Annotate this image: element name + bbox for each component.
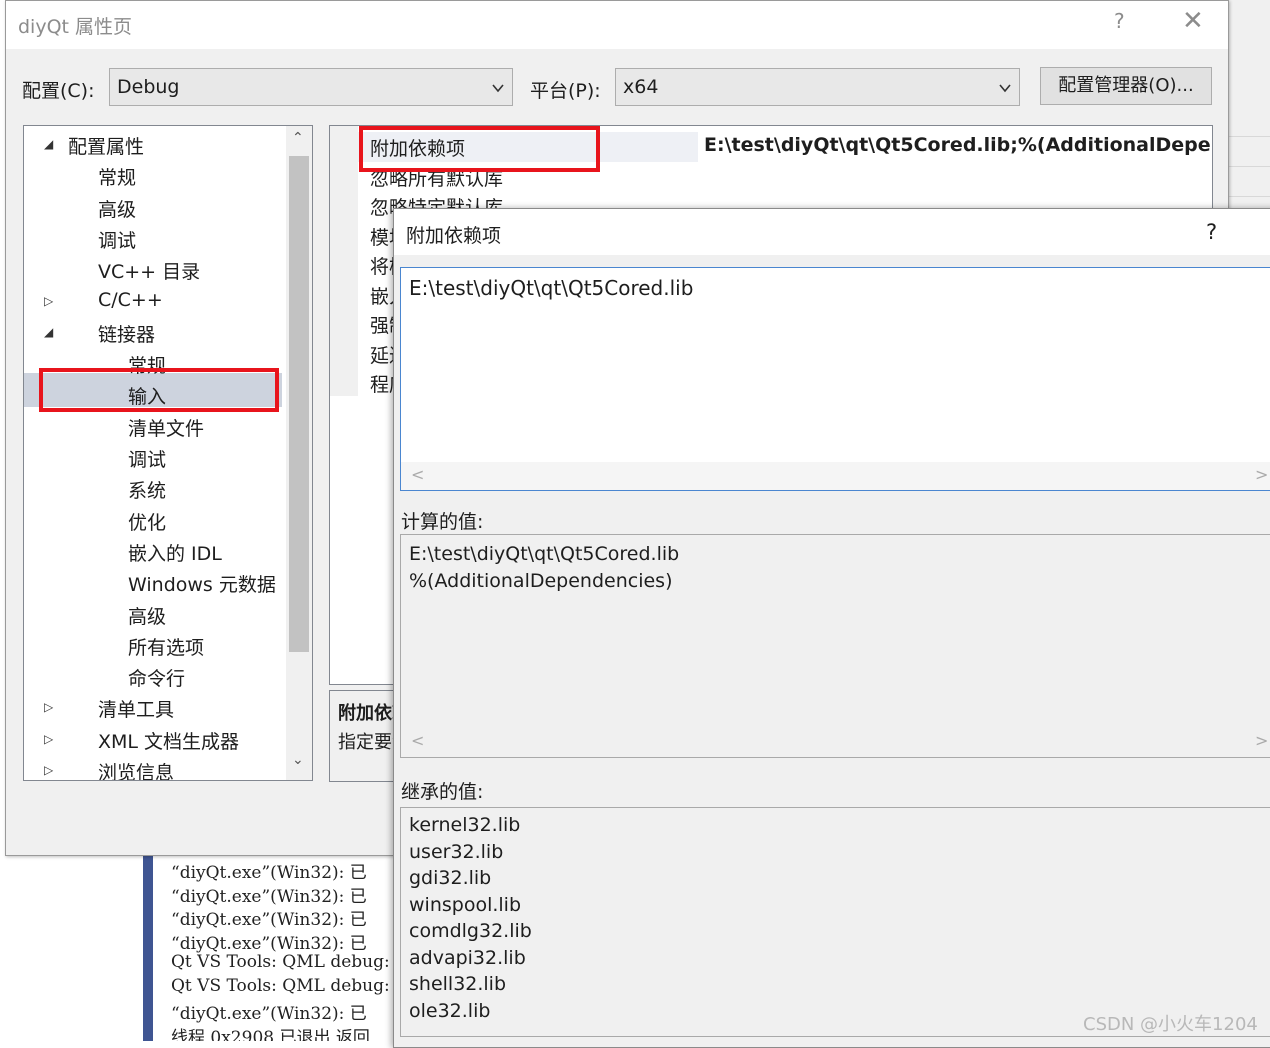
highlight-box-input <box>39 368 279 412</box>
inherited-line: user32.lib <box>409 840 504 863</box>
inherited-line: shell32.lib <box>409 973 507 995</box>
window-title: diyQt 属性页 <box>18 16 133 38</box>
output-line: 线程 0x2908 已退出,返回 <box>171 1027 370 1042</box>
inherited-line: gdi32.lib <box>409 867 492 889</box>
collapsed-arrow-icon[interactable]: ▷ <box>44 700 53 714</box>
scroll-right-icon[interactable]: > <box>1255 731 1268 750</box>
output-window: “diyQt.exe”(Win32): 已 “diyQt.exe”(Win32):… <box>143 850 403 1041</box>
expanded-arrow-icon[interactable]: ◢ <box>44 137 53 151</box>
additional-dependencies-value[interactable]: E:\test\diyQt\qt\Qt5Cored.lib;%(Addition… <box>704 134 1212 156</box>
output-line: Qt VS Tools: QML debug: <box>171 952 390 972</box>
evaluated-line: %(AdditionalDependencies) <box>409 569 673 592</box>
dialog-help-button[interactable]: ? <box>1206 220 1217 244</box>
chevron-down-icon <box>492 84 504 93</box>
tree-item[interactable]: XML 文档生成器 <box>98 727 239 754</box>
edit-horizontal-scrollbar[interactable]: < > <box>401 462 1270 490</box>
grid-margin <box>330 126 358 396</box>
dependencies-edit-box[interactable]: E:\test\diyQt\qt\Qt5Cored.lib < > <box>400 267 1270 491</box>
tree-item[interactable]: 清单工具 <box>98 695 174 722</box>
tree-item[interactable]: Windows 元数据 <box>128 570 276 597</box>
expanded-arrow-icon[interactable]: ◢ <box>44 325 53 339</box>
tree-scrollbar[interactable]: ⌃ ⌄ <box>286 126 312 780</box>
evaluated-value-panel: E:\test\diyQt\qt\Qt5Cored.lib %(Additiona… <box>400 534 1270 758</box>
scroll-thumb[interactable] <box>289 156 309 652</box>
output-line: “diyQt.exe”(Win32): 已 <box>171 886 367 907</box>
inherited-line: ole32.lib <box>409 999 491 1022</box>
tree-item[interactable]: C/C++ <box>98 289 163 311</box>
collapsed-arrow-icon[interactable]: ▷ <box>44 294 53 308</box>
help-button[interactable]: ? <box>1114 9 1125 33</box>
inherited-line: kernel32.lib <box>409 814 521 836</box>
config-label: 配置(C): <box>22 80 95 102</box>
scroll-right-icon[interactable]: > <box>1255 465 1268 484</box>
tree-item[interactable]: 浏览信息 <box>98 758 174 780</box>
inherited-line: comdlg32.lib <box>409 920 532 942</box>
platform-label: 平台(P): <box>530 80 601 102</box>
dialog-title: 附加依赖项 <box>406 225 502 247</box>
output-line: “diyQt.exe”(Win32): 已 <box>171 863 367 883</box>
scroll-left-icon[interactable]: < <box>411 465 424 484</box>
output-line: “diyQt.exe”(Win32): 已 <box>171 933 367 954</box>
watermark: CSDN @小火车1204 <box>1083 1014 1258 1035</box>
tree-item[interactable]: 所有选项 <box>128 633 204 660</box>
tree-item[interactable]: 调试 <box>98 226 136 253</box>
evaluated-line: E:\test\diyQt\qt\Qt5Cored.lib <box>409 543 680 565</box>
chevron-down-icon <box>999 84 1011 93</box>
scroll-up-icon[interactable]: ⌃ <box>292 130 304 146</box>
platform-dropdown[interactable]: x64 <box>615 68 1020 106</box>
highlight-box-additional-deps <box>359 126 600 172</box>
tree-item[interactable]: 命令行 <box>128 664 185 691</box>
output-line: Qt VS Tools: QML debug: <box>171 975 390 996</box>
config-dropdown[interactable]: Debug <box>109 68 513 106</box>
additional-dependencies-dialog: 附加依赖项 ? E:\test\diyQt\qt\Qt5Cored.lib < … <box>393 208 1270 1048</box>
close-button[interactable]: ✕ <box>1182 7 1204 35</box>
title-bar: diyQt 属性页 ? ✕ <box>6 1 1228 49</box>
tree-item[interactable]: 优化 <box>128 508 166 535</box>
config-manager-button[interactable]: 配置管理器(O)... <box>1040 67 1212 105</box>
inherited-line: winspool.lib <box>409 893 522 916</box>
tree-item[interactable]: VC++ 目录 <box>98 257 200 284</box>
tree-item[interactable]: 系统 <box>128 476 166 503</box>
property-tree: ◢ 配置属性 常规 高级 调试 VC++ 目录 ▷ C/C++ ◢ 链接器 常规 输入 清单文件 调试 系统… <box>23 125 313 781</box>
tree-item[interactable]: 高级 <box>128 602 166 629</box>
platform-value: x64 <box>623 76 659 98</box>
tree-item[interactable]: 调试 <box>128 445 166 472</box>
inherited-value-panel: kernel32.lib user32.lib gdi32.lib winspool.… <box>400 807 1270 1037</box>
output-line: “diyQt.exe”(Win32): 已 <box>171 1004 367 1024</box>
inherited-line: advapi32.lib <box>409 946 526 969</box>
dialog-title-bar: 附加依赖项 ? <box>394 209 1270 255</box>
output-line: “diyQt.exe”(Win32): 已 <box>171 910 367 930</box>
scroll-left-icon[interactable]: < <box>411 731 424 750</box>
tree-item[interactable]: 链接器 <box>98 320 155 347</box>
scroll-down-icon[interactable]: ⌄ <box>292 752 304 768</box>
tree-item[interactable]: 配置属性 <box>68 132 144 159</box>
evaluated-value-label: 计算的值: <box>401 511 484 533</box>
collapsed-arrow-icon[interactable]: ▷ <box>44 732 53 746</box>
tree-item[interactable]: 高级 <box>98 195 136 222</box>
dependencies-edit-text[interactable]: E:\test\diyQt\qt\Qt5Cored.lib <box>409 276 693 300</box>
inherited-value-label: 继承的值: <box>401 781 484 803</box>
tree-item[interactable]: 常规 <box>98 163 136 190</box>
collapsed-arrow-icon[interactable]: ▷ <box>44 763 53 777</box>
tree-item[interactable]: 清单文件 <box>128 414 204 441</box>
tree-item[interactable]: 嵌入的 IDL <box>128 539 222 566</box>
config-value: Debug <box>117 76 180 98</box>
